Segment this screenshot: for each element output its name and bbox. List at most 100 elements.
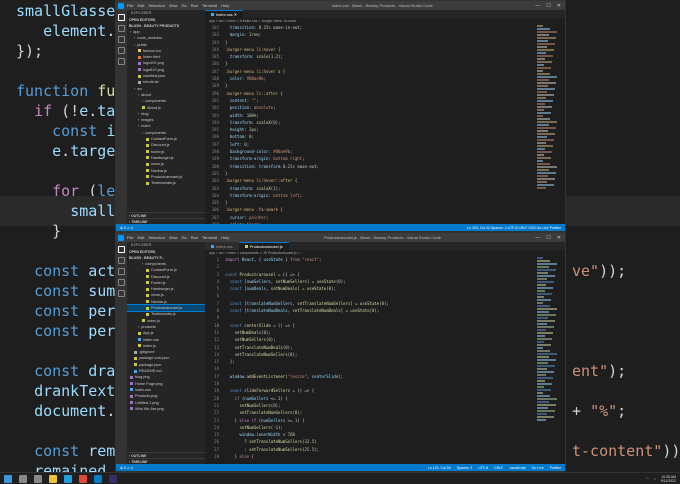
menu-item-view[interactable]: View xyxy=(169,3,178,8)
volume-icon[interactable]: ♪ xyxy=(654,477,656,481)
code-text: transform-origin: bottom right; xyxy=(225,155,305,162)
line-number: 19 xyxy=(214,388,219,394)
tree-item-label: Productcarousel.js xyxy=(151,174,183,179)
minimap-line xyxy=(537,293,552,295)
language-mode[interactable]: JavaScript xyxy=(509,466,525,470)
extensions-icon[interactable] xyxy=(118,58,125,65)
menu-item-terminal[interactable]: Terminal xyxy=(202,235,217,240)
code-token: transition xyxy=(229,163,254,169)
code-token: ease-out; xyxy=(294,163,319,169)
code-view[interactable]: 181 transition: 0.15s ease-in-out; 182 ma… xyxy=(205,24,565,224)
menu-item-go[interactable]: Go xyxy=(181,235,186,240)
menu-item-edit[interactable]: Edit xyxy=(137,235,144,240)
file-explorer-icon[interactable] xyxy=(49,474,57,483)
wifi-icon[interactable]: ◠ xyxy=(646,477,649,481)
minimap-line xyxy=(537,34,549,36)
code-token: useState xyxy=(316,278,336,284)
prettier-status[interactable]: Prettier xyxy=(550,466,561,470)
minimap[interactable] xyxy=(537,256,559,464)
code-text: content: ""; xyxy=(225,97,259,104)
minimize-icon[interactable]: — xyxy=(535,235,540,241)
maximize-icon[interactable]: ☐ xyxy=(546,3,550,9)
menu-item-selection[interactable]: Selection xyxy=(148,235,164,240)
encoding[interactable]: UTF-8 xyxy=(478,466,488,470)
run-debug-icon[interactable] xyxy=(118,279,125,286)
menu-item-terminal[interactable]: Terminal xyxy=(202,3,217,8)
task-view-icon[interactable] xyxy=(34,474,42,483)
window-controls: — ☐ ✕ xyxy=(535,3,565,9)
code-token: ); xyxy=(297,410,303,416)
minimap[interactable] xyxy=(537,24,559,224)
menu-item-run[interactable]: Run xyxy=(191,235,198,240)
menu-item-file[interactable]: File xyxy=(127,3,133,8)
menu-item-edit[interactable]: Edit xyxy=(137,3,144,8)
file-type-icon xyxy=(146,175,149,179)
search-icon[interactable] xyxy=(19,474,27,483)
run-debug-icon[interactable] xyxy=(118,47,125,54)
editor-area[interactable]: index.css Productcarousel.js app > src > … xyxy=(205,242,565,464)
code-view[interactable]: 1 import React, { useState } from "react"… xyxy=(205,256,565,460)
line-ending[interactable]: CRLF xyxy=(494,466,503,470)
code-token: React xyxy=(241,257,254,262)
explorer-icon[interactable] xyxy=(118,246,125,253)
code-token: else if xyxy=(239,417,259,423)
tree-item-label: manifest.json xyxy=(143,74,166,79)
tree-file[interactable]: Testimonials.js xyxy=(127,180,205,186)
tree-item-label: index.js xyxy=(147,318,160,323)
code-token: centerSlide xyxy=(311,373,339,379)
vscode-window-top[interactable]: File Edit Selection View Go Run Terminal Help i… xyxy=(115,0,566,232)
source-control-icon[interactable] xyxy=(118,268,125,275)
code-line: 14 setTranslateNumSellers(0); xyxy=(205,351,565,358)
menu-item-go[interactable]: Go xyxy=(181,3,186,8)
code-token: ); xyxy=(384,300,389,306)
chrome-icon[interactable] xyxy=(79,474,87,483)
code-text: margin: 1rem; xyxy=(225,31,261,38)
editor-area[interactable]: index.css ✕ app > src > index > # index.… xyxy=(205,10,565,224)
code-token: setNumSellers xyxy=(234,337,266,343)
code-token: { xyxy=(275,46,281,52)
menu-item-selection[interactable]: Selection xyxy=(148,3,164,8)
edge-icon[interactable] xyxy=(64,474,72,483)
indentation[interactable]: Spaces: 2 xyxy=(457,466,473,470)
code-text: .burger-menu li:hover a { xyxy=(225,68,285,75)
code-token: setNumSellers xyxy=(275,278,307,284)
maximize-icon[interactable]: ☐ xyxy=(546,235,550,241)
menu-item-file[interactable]: File xyxy=(127,235,133,240)
source-control-icon[interactable] xyxy=(118,36,125,43)
clock[interactable]: 10:28 AM 9/11/2022 xyxy=(661,475,676,483)
minimap-line xyxy=(537,407,548,409)
minimap-line xyxy=(537,320,555,322)
menu-item-help[interactable]: Help xyxy=(221,235,229,240)
go-live-button[interactable]: Go Live xyxy=(532,466,544,470)
search-icon[interactable] xyxy=(118,257,125,264)
tab-index-css[interactable]: index.css ✕ xyxy=(205,10,244,18)
minimap-line xyxy=(537,133,555,135)
vscode-icon[interactable] xyxy=(94,474,102,483)
menu-item-view[interactable]: View xyxy=(169,235,178,240)
minimap-line xyxy=(537,166,557,168)
close-icon[interactable]: ✕ xyxy=(557,235,561,241)
code-token: .burger-menu .fa-xmark xyxy=(225,207,278,213)
minimize-icon[interactable]: — xyxy=(535,3,540,9)
status-right[interactable]: Ln 203, Col 22 Spaces: 2 UTF-8 CRLF CSS … xyxy=(467,226,561,230)
vscode-window-bottom[interactable]: File Edit Selection View Go Run Terminal Help P… xyxy=(115,232,566,472)
tree-item-label: src xyxy=(137,86,143,91)
menu-item-run[interactable]: Run xyxy=(191,3,198,8)
explorer-icon[interactable] xyxy=(118,14,125,21)
minimap-line xyxy=(537,332,553,334)
cursor-position[interactable]: Ln 122, Col 56 xyxy=(428,466,451,470)
problems-indicator[interactable]: ⊗ 0 ⚠ 0 xyxy=(120,466,133,470)
minimap-line xyxy=(537,359,556,361)
extensions-icon[interactable] xyxy=(118,290,125,297)
close-icon[interactable]: ✕ xyxy=(557,3,561,9)
search-icon[interactable] xyxy=(118,25,125,32)
code-token: 1.2 xyxy=(270,54,279,60)
app-icon[interactable] xyxy=(109,474,117,483)
menu-item-help[interactable]: Help xyxy=(221,3,229,8)
windows-start-icon[interactable] xyxy=(4,474,12,483)
problems-indicator[interactable]: ⊗ 0 ⚠ 0 xyxy=(120,226,133,230)
code-token: ; xyxy=(290,149,293,155)
tab-index-css[interactable]: index.css xyxy=(205,242,239,250)
tab-productcarousel-js[interactable]: Productcarousel.js xyxy=(238,242,289,250)
tree-file[interactable]: Who We Are.png xyxy=(127,406,205,412)
